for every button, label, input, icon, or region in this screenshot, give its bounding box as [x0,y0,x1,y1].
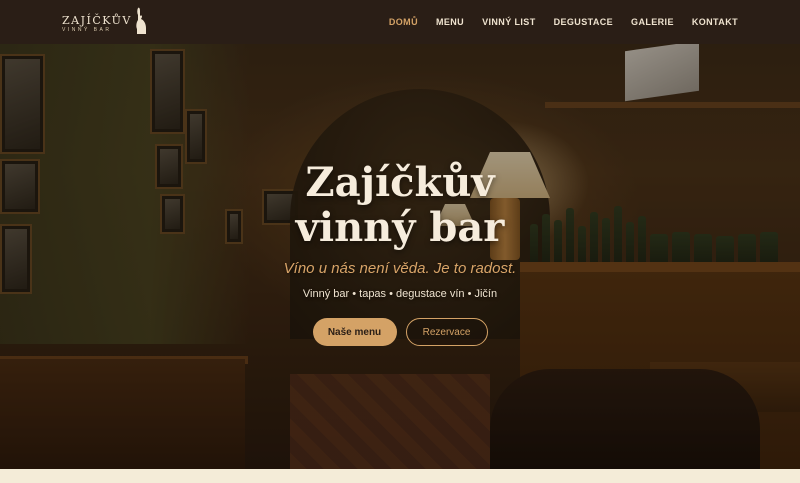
reservation-button[interactable]: Rezervace [405,318,488,346]
nav-item-menu[interactable]: MENU [427,17,473,27]
nav-item-home[interactable]: DOMŮ [380,17,427,27]
logo[interactable]: ZAJÍČKŮV VINNÝ BAR [62,7,148,37]
hero-title-line1: Zajíčkův [305,159,495,206]
next-section-edge [0,469,800,483]
hero-tagline: Víno u nás není věda. Je to radost. [283,260,517,277]
hero-buttons: Naše menu Rezervace [312,318,488,346]
logo-subtitle: VINNÝ BAR [62,27,112,33]
nav-item-wine-list[interactable]: VINNÝ LIST [473,17,545,27]
hero-title-line2: vinný bar [295,204,505,251]
hero-section: Zajíčkův vinný bar Víno u nás není věda.… [0,44,800,469]
our-menu-button[interactable]: Naše menu [312,318,397,346]
rabbit-logo-icon [136,7,146,34]
logo-text: ZAJÍČKŮV VINNÝ BAR [62,7,132,33]
hero-subtitle: Vinný bar • tapas • degustace vín • Jičí… [302,288,498,300]
logo-name: ZAJÍČKŮV [62,14,132,27]
nav-item-tasting[interactable]: DEGUSTACE [545,17,622,27]
hero-content: Zajíčkův vinný bar Víno u nás není věda.… [0,44,800,469]
nav-item-contact[interactable]: KONTAKT [683,17,738,27]
site-header: ZAJÍČKŮV VINNÝ BAR DOMŮ MENU VINNÝ LIST … [0,0,800,44]
hero-title: Zajíčkův vinný bar [296,160,505,250]
main-nav: DOMŮ MENU VINNÝ LIST DEGUSTACE GALERIE K… [380,17,738,27]
nav-item-gallery[interactable]: GALERIE [622,17,683,27]
